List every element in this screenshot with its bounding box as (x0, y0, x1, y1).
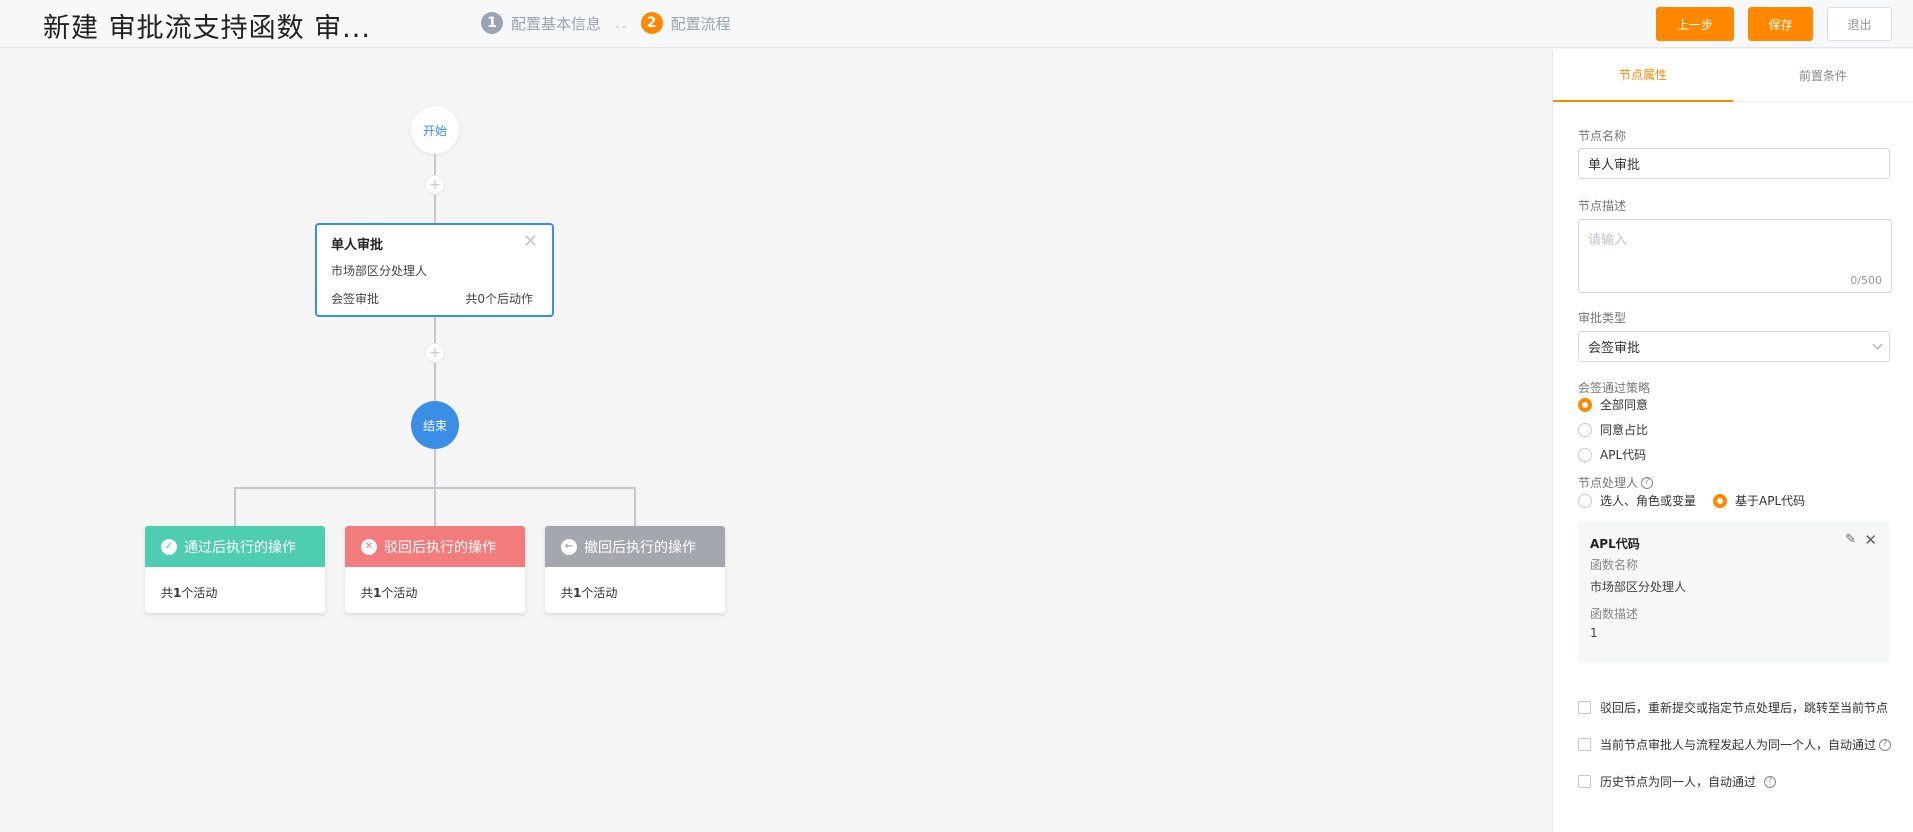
action-card-label: 撤回后执行的操作 (584, 539, 696, 556)
approve-type-value: 会签审批 (1588, 341, 1641, 356)
step-indicator: 1 配置基本信息 .. 2 配置流程 (481, 12, 731, 34)
radio-label: 全部同意 (1600, 398, 1649, 412)
action-card-count: 共1个活动 (161, 586, 218, 600)
action-card-header: ✓ 通过后执行的操作 (145, 526, 325, 567)
start-node[interactable]: 开始 (411, 106, 459, 154)
step-2-number[interactable]: 2 (640, 12, 663, 34)
branch-line (234, 487, 236, 526)
help-icon[interactable]: ? (1879, 738, 1892, 751)
panel-tabs: 节点属性 前置条件 (1553, 49, 1913, 102)
checkbox-label: 历史节点为同一人，自动通过 (1600, 775, 1757, 789)
action-card-header: ✕ 驳回后执行的操作 (345, 526, 525, 567)
tab-preconditions[interactable]: 前置条件 (1733, 49, 1913, 102)
approval-node-type: 会签审批 (331, 292, 380, 306)
branch-line (234, 487, 636, 489)
approval-node-title: 单人审批 (331, 238, 384, 253)
add-node-button[interactable]: + (425, 343, 445, 363)
help-icon[interactable]: ? (1764, 775, 1777, 788)
checkbox-same-initiator[interactable]: 当前节点审批人与流程发起人为同一个人，自动通过 ? (1578, 736, 1892, 753)
exit-button[interactable]: 退出 (1827, 7, 1892, 41)
action-card-label: 通过后执行的操作 (184, 539, 296, 556)
check-icon: ✓ (161, 538, 177, 555)
approval-node-card[interactable]: 单人审批 ✕ 市场部区分处理人 会签审批 共0个后动作 (315, 223, 554, 317)
node-properties-panel: 节点属性 前置条件 节点名称 单人审批 节点描述 请输入 0/500 审批类型 … (1552, 49, 1913, 832)
radio-label: 基于APL代码 (1735, 494, 1806, 508)
action-card-label: 驳回后执行的操作 (384, 539, 496, 556)
pass-strategy-label: 会签通过策略 (1578, 381, 1651, 395)
apl-title: APL代码 (1590, 537, 1640, 551)
back-arrow-icon: ← (561, 538, 577, 555)
radio-all-agree[interactable]: 全部同意 (1578, 396, 1648, 413)
node-desc-counter: 0/500 (1850, 274, 1882, 287)
radio-selected-icon[interactable] (1578, 397, 1592, 412)
pencil-icon[interactable]: ✎ (1845, 532, 1856, 547)
save-button[interactable]: 保存 (1748, 7, 1813, 41)
checkbox-icon[interactable] (1578, 775, 1591, 788)
step-1-label[interactable]: 配置基本信息 (511, 13, 601, 34)
func-desc-value: 1 (1590, 626, 1598, 640)
action-card-count: 共1个活动 (561, 586, 618, 600)
node-desc-label: 节点描述 (1578, 199, 1627, 213)
node-name-label: 节点名称 (1578, 129, 1627, 143)
radio-apl-based[interactable]: 基于APL代码 (1713, 492, 1805, 509)
action-card-header: ← 撤回后执行的操作 (545, 526, 725, 567)
checkbox-jump-current[interactable]: 驳回后，重新提交或指定节点处理后，跳转至当前节点 (1578, 699, 1888, 716)
action-card-withdraw[interactable]: ← 撤回后执行的操作 共1个活动 (545, 526, 725, 613)
approval-node-actions: 共0个后动作 (465, 292, 533, 306)
prev-step-button[interactable]: 上一步 (1656, 7, 1734, 41)
step-separator: .. (615, 14, 629, 32)
radio-icon[interactable] (1578, 493, 1592, 508)
func-name-label: 函数名称 (1590, 558, 1639, 572)
radio-icon[interactable] (1578, 447, 1592, 462)
radio-icon[interactable] (1578, 422, 1592, 437)
checkbox-icon[interactable] (1578, 738, 1591, 751)
node-name-input[interactable]: 单人审批 (1578, 148, 1890, 179)
radio-label: APL代码 (1600, 448, 1647, 462)
add-node-button[interactable]: + (425, 175, 445, 195)
radio-selected-icon[interactable] (1713, 493, 1727, 508)
approve-type-label: 审批类型 (1578, 311, 1627, 325)
page-title: 新建 审批流支持函数 审... (43, 13, 371, 44)
action-card-reject[interactable]: ✕ 驳回后执行的操作 共1个活动 (345, 526, 525, 613)
checkbox-label: 当前节点审批人与流程发起人为同一个人，自动通过 (1600, 738, 1877, 752)
radio-label: 同意占比 (1600, 423, 1649, 437)
approval-node-handler: 市场部区分处理人 (331, 264, 428, 278)
step-1-number[interactable]: 1 (481, 12, 503, 34)
action-card-count: 共1个活动 (361, 586, 418, 600)
close-icon[interactable]: ✕ (1864, 531, 1877, 549)
close-icon[interactable]: ✕ (523, 231, 538, 252)
radio-agree-ratio[interactable]: 同意占比 (1578, 421, 1648, 438)
help-icon[interactable]: ? (1641, 476, 1654, 489)
branch-line (634, 487, 636, 526)
approve-type-select[interactable]: 会签审批 (1578, 331, 1890, 362)
handler-label: 节点处理人? (1578, 474, 1654, 491)
radio-select-person[interactable]: 选人、角色或变量 (1578, 492, 1696, 509)
tab-node-properties[interactable]: 节点属性 (1553, 49, 1733, 102)
checkbox-history-same[interactable]: 历史节点为同一人，自动通过 ? (1578, 773, 1777, 790)
top-header: 新建 审批流支持函数 审... 1 配置基本信息 .. 2 配置流程 上一步 保… (0, 0, 1913, 48)
cross-icon: ✕ (361, 538, 377, 555)
step-2-label[interactable]: 配置流程 (671, 13, 731, 34)
checkbox-label: 驳回后，重新提交或指定节点处理后，跳转至当前节点 (1600, 701, 1889, 715)
checkbox-icon[interactable] (1578, 701, 1591, 714)
radio-label: 选人、角色或变量 (1600, 494, 1697, 508)
func-name-value: 市场部区分处理人 (1590, 580, 1687, 594)
flow-canvas[interactable]: 开始 + 单人审批 ✕ 市场部区分处理人 会签审批 共0个后动作 + 结束 ✓ … (0, 49, 1551, 832)
chevron-down-icon (1872, 339, 1883, 350)
end-node[interactable]: 结束 (411, 401, 459, 449)
radio-apl-code[interactable]: APL代码 (1578, 446, 1646, 463)
apl-code-box: APL代码 ✎ ✕ 函数名称 市场部区分处理人 函数描述 1 (1578, 521, 1890, 663)
node-desc-textarea[interactable]: 请输入 0/500 (1578, 219, 1892, 293)
node-desc-placeholder: 请输入 (1588, 233, 1628, 248)
action-card-pass[interactable]: ✓ 通过后执行的操作 共1个活动 (145, 526, 325, 613)
func-desc-label: 函数描述 (1590, 607, 1639, 621)
